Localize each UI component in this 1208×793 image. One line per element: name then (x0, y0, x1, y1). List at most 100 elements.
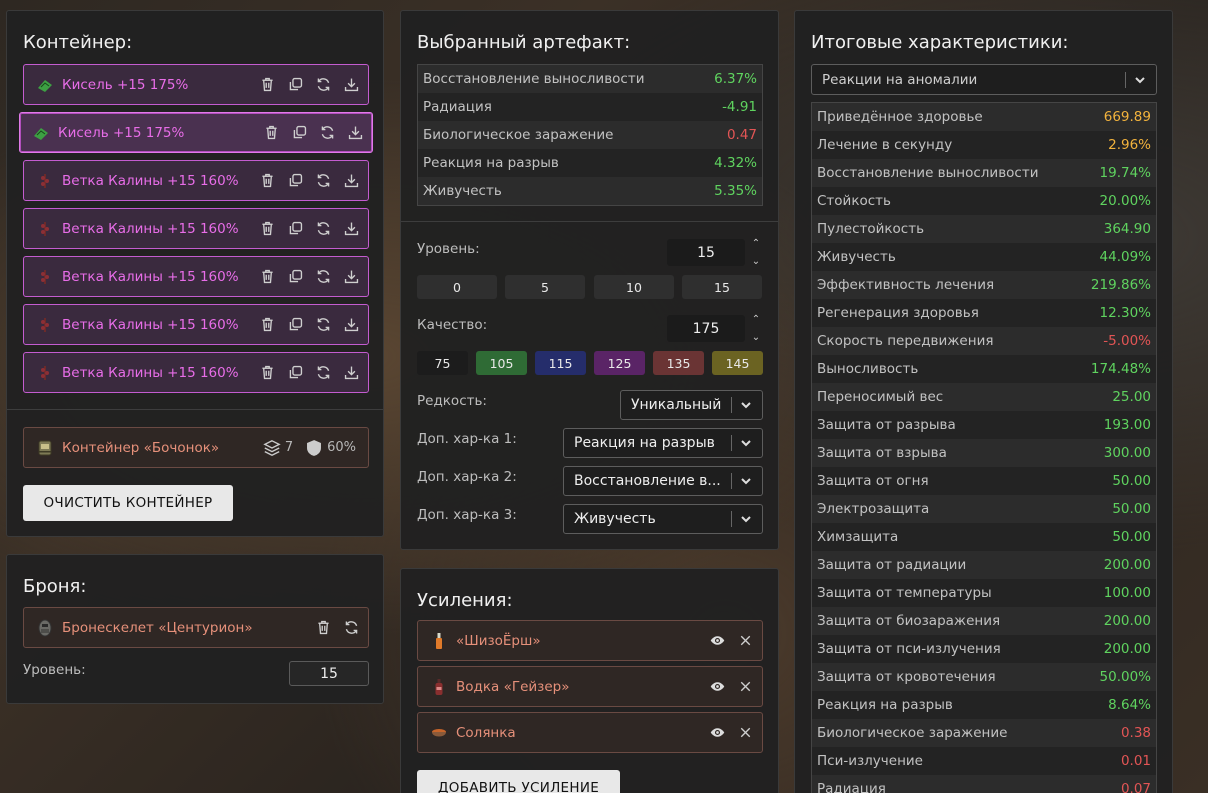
quality-preset-button[interactable]: 105 (476, 351, 527, 375)
artifact-row[interactable]: Ветка Калины +15 160% (23, 256, 369, 297)
level-preset-button[interactable]: 0 (417, 275, 497, 299)
download-icon[interactable] (342, 220, 360, 238)
boost-row[interactable]: «ШизоЁрш» (417, 620, 763, 661)
stat-row: Скорость передвижения -5.00% (812, 327, 1156, 355)
stat-name: Пулестойкость (817, 221, 925, 237)
refresh-icon[interactable] (314, 316, 332, 334)
rarity-select[interactable]: Уникальный (620, 390, 763, 420)
trash-icon[interactable] (258, 268, 276, 286)
download-icon[interactable] (342, 172, 360, 190)
armor-level-input[interactable]: 15 (289, 661, 369, 686)
chevron-down-icon[interactable]: ⌄ (752, 257, 760, 267)
stat-row: Реакция на разрыв 4.32% (418, 149, 762, 177)
stat-name: Защита от взрыва (817, 445, 947, 461)
refresh-icon[interactable] (314, 220, 332, 238)
stat-row: Биологическое заражение 0.47 (418, 121, 762, 149)
refresh-icon[interactable] (342, 619, 360, 637)
add-boost-button[interactable]: ДОБАВИТЬ УСИЛЕНИЕ (417, 770, 620, 793)
summary-filter-select[interactable]: Реакции на аномалии (811, 64, 1157, 95)
chevron-up-icon[interactable]: ⌃ (752, 315, 760, 325)
artifact-quality-input[interactable]: 175 (667, 315, 745, 342)
artifact-panel: Выбранный артефакт: Восстановление вынос… (400, 10, 779, 550)
stat-value: 300.00 (1103, 445, 1151, 461)
copy-icon[interactable] (286, 220, 304, 238)
level-preset-button[interactable]: 15 (682, 275, 762, 299)
boost-label: Водка «Гейзер» (456, 678, 570, 695)
bottle-icon (430, 632, 448, 650)
refresh-icon[interactable] (314, 268, 332, 286)
quality-preset-button[interactable]: 75 (417, 351, 468, 375)
stat-name: Лечение в секунду (817, 137, 953, 153)
close-icon[interactable] (736, 724, 754, 742)
container-slots-value: 7 (284, 440, 294, 455)
copy-icon[interactable] (286, 268, 304, 286)
quality-preset-button[interactable]: 135 (653, 351, 704, 375)
copy-icon[interactable] (286, 172, 304, 190)
chevron-up-icon[interactable]: ⌃ (752, 239, 760, 249)
download-icon[interactable] (342, 316, 360, 334)
trash-icon[interactable] (258, 316, 276, 334)
quality-preset-button[interactable]: 115 (535, 351, 586, 375)
stat-name: Переносимый вес (817, 389, 944, 405)
extra3-select[interactable]: Живучесть (563, 504, 763, 534)
container-bag-row[interactable]: Контейнер «Бочонок» 7 60% (23, 427, 369, 468)
chevron-down-icon[interactable]: ⌄ (752, 333, 760, 343)
stat-name: Защита от огня (817, 473, 929, 489)
level-preset-button[interactable]: 5 (505, 275, 585, 299)
refresh-icon[interactable] (314, 172, 332, 190)
close-icon[interactable] (736, 678, 754, 696)
shield-icon (307, 439, 322, 456)
kalina-icon (36, 220, 54, 238)
artifact-row[interactable]: Кисель +15 175% (23, 64, 369, 105)
trash-icon[interactable] (258, 172, 276, 190)
artifact-row[interactable]: Ветка Калины +15 160% (23, 160, 369, 201)
eye-icon[interactable] (708, 678, 726, 696)
artifact-row[interactable]: Ветка Калины +15 160% (23, 208, 369, 249)
download-icon[interactable] (346, 124, 364, 142)
refresh-icon[interactable] (314, 364, 332, 382)
quality-stepper[interactable]: ⌃ ⌄ (750, 315, 762, 343)
armor-row[interactable]: Бронескелет «Центурион» (23, 607, 369, 648)
artifact-row[interactable]: Кисель +15 175% (19, 112, 373, 153)
level-preset-button[interactable]: 10 (594, 275, 674, 299)
artifact-level-input[interactable]: 15 (667, 239, 745, 266)
artifact-row[interactable]: Ветка Калины +15 160% (23, 304, 369, 345)
stat-row: Биологическое заражение 0.38 (812, 719, 1156, 747)
copy-icon[interactable] (286, 76, 304, 94)
kisel-icon (32, 124, 50, 142)
clear-container-button[interactable]: ОЧИСТИТЬ КОНТЕЙНЕР (23, 485, 233, 521)
download-icon[interactable] (342, 268, 360, 286)
quality-preset-button[interactable]: 145 (712, 351, 763, 375)
stat-value: 193.00 (1103, 417, 1151, 433)
copy-icon[interactable] (290, 124, 308, 142)
artifact-label: Ветка Калины +15 160% (62, 172, 239, 189)
trash-icon[interactable] (262, 124, 280, 142)
trash-icon[interactable] (258, 76, 276, 94)
trash-icon[interactable] (314, 619, 332, 637)
stat-name: Биологическое заражение (817, 725, 1008, 741)
artifact-row[interactable]: Ветка Калины +15 160% (23, 352, 369, 393)
trash-icon[interactable] (258, 364, 276, 382)
trash-icon[interactable] (258, 220, 276, 238)
stat-value: 0.07 (1120, 781, 1151, 793)
stat-value: -4.91 (722, 99, 757, 115)
download-icon[interactable] (342, 364, 360, 382)
copy-icon[interactable] (286, 316, 304, 334)
stat-value: 50.00% (1099, 669, 1151, 685)
quality-preset-button[interactable]: 125 (594, 351, 645, 375)
stat-name: Реакция на разрыв (423, 155, 559, 171)
eye-icon[interactable] (708, 724, 726, 742)
level-stepper[interactable]: ⌃ ⌄ (750, 239, 762, 267)
copy-icon[interactable] (286, 364, 304, 382)
close-icon[interactable] (736, 632, 754, 650)
extra2-select[interactable]: Восстановление в... (563, 466, 763, 496)
eye-icon[interactable] (708, 632, 726, 650)
download-icon[interactable] (342, 76, 360, 94)
stat-value: 25.00 (1112, 389, 1151, 405)
refresh-icon[interactable] (314, 76, 332, 94)
boost-row[interactable]: Солянка (417, 712, 763, 753)
extra1-select[interactable]: Реакция на разрыв (563, 428, 763, 458)
stat-row: Эффективность лечения 219.86% (812, 271, 1156, 299)
refresh-icon[interactable] (318, 124, 336, 142)
boost-row[interactable]: Водка «Гейзер» (417, 666, 763, 707)
